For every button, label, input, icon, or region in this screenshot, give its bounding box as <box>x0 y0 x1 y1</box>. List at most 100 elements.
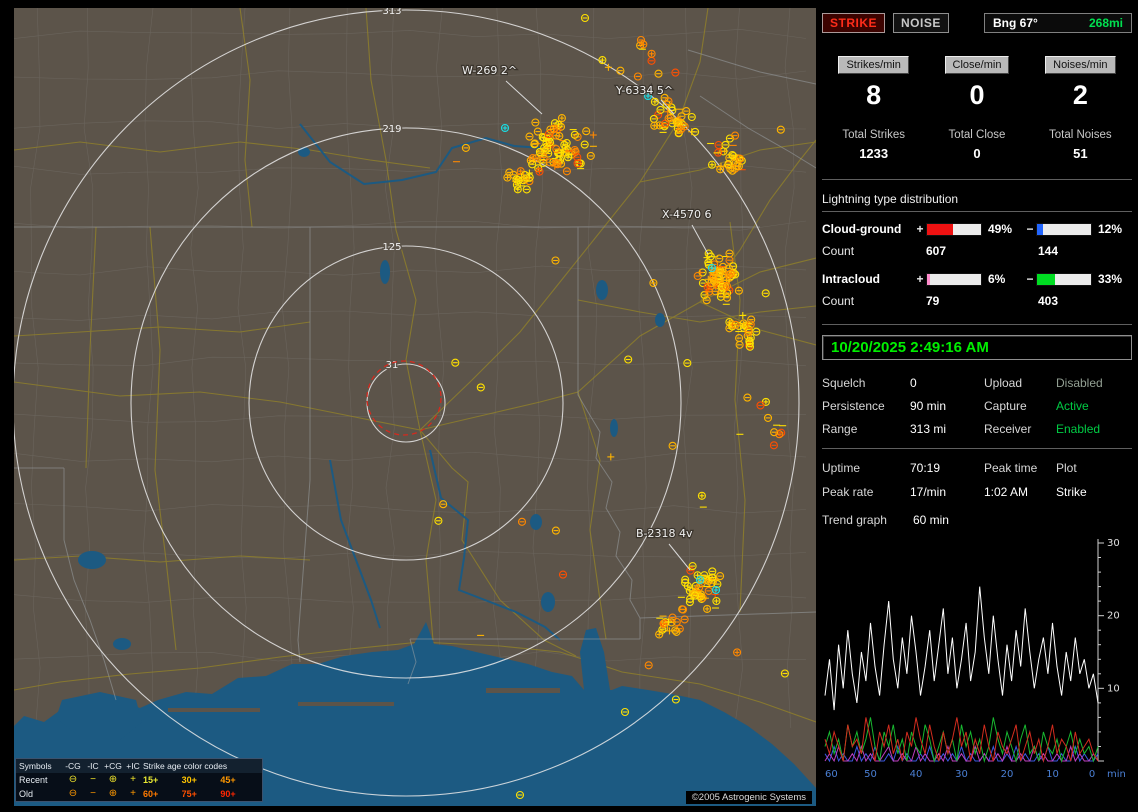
peak-time-label: Peak time <box>984 461 1038 475</box>
capture-label: Capture <box>984 399 1027 413</box>
storm-cell-label: W-269 2^ <box>462 64 517 77</box>
neg-ic-symbol-icon: − <box>90 774 96 785</box>
noise-indicator[interactable]: NOISE <box>893 13 949 33</box>
range-label: Range <box>822 422 858 436</box>
plot-value: Strike <box>1056 485 1087 499</box>
status-sidebar: STRIKE NOISE Bng 67° 268mi Strikes/min 8… <box>822 0 1134 812</box>
noises-per-min-value: 2 <box>1072 80 1088 110</box>
svg-text:10: 10 <box>1107 683 1120 694</box>
total-noises-label: Total Noises <box>1049 129 1112 141</box>
svg-text:40: 40 <box>910 769 923 780</box>
neg-cg-symbol-icon: ⊖ <box>68 788 78 799</box>
age-code-30: 30+ <box>181 775 197 785</box>
pos-cg-symbol-icon: ⊕ <box>108 774 118 785</box>
pos-ic-symbol-icon: + <box>130 788 136 799</box>
close-per-min-button[interactable]: Close/min <box>944 56 1010 74</box>
count-label: Count <box>822 244 855 258</box>
cg-negative-percent: 12% <box>1098 222 1123 236</box>
legend-col-pos-ic: +IC <box>126 761 140 771</box>
storm-cell-label: X-4570 6 <box>662 208 711 221</box>
squelch-value: 0 <box>910 376 917 390</box>
plot-label: Plot <box>1056 461 1077 475</box>
range-ring-label: 313 <box>382 8 401 17</box>
storm-cell-label: Y-6334 5^ <box>615 84 673 97</box>
age-code-75: 75+ <box>181 789 197 799</box>
persistence-label: Persistence <box>822 399 885 413</box>
distribution-title: Lightning type distribution <box>822 192 1132 212</box>
intracloud-row: Intracloud + 6% − 33% <box>822 272 1132 286</box>
noises-per-min-button[interactable]: Noises/min <box>1045 56 1116 74</box>
status-grid: Uptime 70:19 Peak time Plot Peak rate 17… <box>822 461 1132 499</box>
trend-graph: 10 20 30 60 50 40 30 20 10 0 min <box>822 535 1134 785</box>
receiver-status: Enabled <box>1056 422 1101 436</box>
legend-header: Symbols -CG -IC +CG +IC Strike age color… <box>16 759 262 773</box>
map-view[interactable]: 31321912531W-269 2^Y-6334 5^X-4570 6B-23… <box>14 8 816 806</box>
distance-value: 268mi <box>1088 16 1123 30</box>
settings-grid: Squelch 0 Upload Disabled Persistence 90… <box>822 376 1132 436</box>
cg-negative-bar <box>1036 222 1092 236</box>
svg-text:30: 30 <box>1107 538 1120 549</box>
legend-row-old: Old ⊖ − ⊕ + 60+ 75+ 90+ <box>16 787 262 801</box>
uptime-label: Uptime <box>822 461 861 475</box>
cg-count-row: Count 607 144 <box>822 244 1132 258</box>
age-code-60: 60+ <box>143 789 159 799</box>
ic-positive-percent: 6% <box>988 272 1006 286</box>
cg-positive-bar <box>926 222 982 236</box>
bearing-value: Bng 67° <box>993 16 1038 30</box>
ic-count-row: Count 79 403 <box>822 294 1132 308</box>
lightning-distribution-section: Lightning type distribution Cloud-ground… <box>822 192 1132 308</box>
age-code-15: 15+ <box>143 775 159 785</box>
svg-text:min: min <box>1107 769 1126 780</box>
plus-sign: + <box>916 222 924 236</box>
legend-col-neg-cg: -CG <box>65 761 81 771</box>
range-ring-label: 125 <box>382 242 401 253</box>
close-per-min-value: 0 <box>969 80 985 110</box>
divider <box>822 179 1132 180</box>
minus-sign: − <box>1026 272 1034 286</box>
svg-text:10: 10 <box>1046 769 1059 780</box>
peak-rate-value: 17/min <box>910 485 947 499</box>
legend-old-label: Old <box>19 789 34 799</box>
age-code-90: 90+ <box>220 789 236 799</box>
ic-negative-count: 403 <box>1038 294 1059 308</box>
trend-graph-header: Trend graph 60 min <box>822 513 1132 527</box>
trend-graph-window: 60 min <box>912 513 949 527</box>
total-strikes-value: 1233 <box>859 146 889 161</box>
range-ring-label: 219 <box>382 124 401 135</box>
capture-status: Active <box>1056 399 1089 413</box>
pos-ic-symbol-icon: + <box>130 774 136 785</box>
cg-negative-count: 144 <box>1038 244 1059 258</box>
total-close-label: Total Close <box>948 129 1006 141</box>
neg-ic-symbol-icon: − <box>90 788 96 799</box>
legend-col-pos-cg: +CG <box>104 761 122 771</box>
strikes-per-min-value: 8 <box>866 80 882 110</box>
svg-text:60: 60 <box>825 769 838 780</box>
upload-label: Upload <box>984 376 1023 390</box>
legend-col-neg-ic: -IC <box>87 761 99 771</box>
squelch-label: Squelch <box>822 376 866 390</box>
lightning-map-panel[interactable]: 313 219 125 31 W-269 2^ Y-6334 5^ X-4570 6 B-23… <box>14 8 816 806</box>
uptime-value: 70:19 <box>910 461 941 475</box>
svg-text:0: 0 <box>1089 769 1095 780</box>
legend-row-recent: Recent ⊖ − ⊕ + 15+ 30+ 45+ <box>16 773 262 787</box>
totals-row: Total Strikes 1233 Total Close 0 Total N… <box>822 129 1132 161</box>
legend-age-title: Strike age color codes <box>143 761 228 771</box>
svg-text:20: 20 <box>1001 769 1014 780</box>
strike-indicator[interactable]: STRIKE <box>822 13 886 33</box>
cg-positive-percent: 49% <box>988 222 1013 236</box>
svg-text:50: 50 <box>864 769 877 780</box>
ic-negative-bar <box>1036 272 1092 286</box>
ic-negative-percent: 33% <box>1098 272 1123 286</box>
legend-recent-label: Recent <box>19 775 48 785</box>
copyright-text: ©2005 Astrogenic Systems <box>685 791 812 804</box>
minus-sign: − <box>1026 222 1034 236</box>
intracloud-label: Intracloud <box>822 272 881 286</box>
neg-cg-symbol-icon: ⊖ <box>68 774 78 785</box>
pos-cg-symbol-icon: ⊕ <box>108 788 118 799</box>
datetime-display: 10/20/2025 2:49:16 AM <box>822 335 1132 360</box>
total-close-value: 0 <box>973 146 981 161</box>
strikes-per-min-button[interactable]: Strikes/min <box>838 56 909 74</box>
total-strikes-label: Total Strikes <box>842 129 905 141</box>
divider <box>822 324 1132 325</box>
cloud-ground-row: Cloud-ground + 49% − 12% <box>822 222 1132 236</box>
